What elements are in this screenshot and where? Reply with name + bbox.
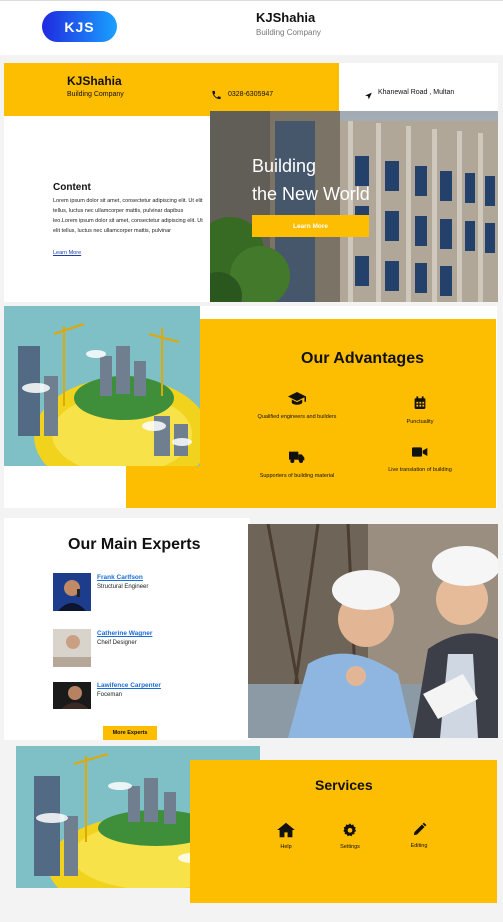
advantage-item-punctuality: Punctuality	[370, 396, 470, 427]
engineers-photo	[248, 524, 498, 738]
expert-role: Cheif Designer	[97, 640, 137, 646]
hero-heading-line2: the New World	[252, 184, 370, 204]
content-body: Lorem ipsum dolor sit amet, consectetur …	[53, 198, 203, 234]
service-label: Editing	[410, 843, 428, 849]
hero-learn-more-button[interactable]: Learn More	[252, 215, 369, 237]
experts-title: Our Main Experts	[68, 536, 201, 553]
site-title: KJShahia	[256, 10, 316, 25]
service-label: Help	[280, 844, 292, 850]
phone-number[interactable]: 0328-6305947	[228, 91, 273, 98]
expert-name-link[interactable]: Catherine Wagner	[97, 630, 152, 637]
service-item-help[interactable]: Help	[261, 822, 311, 850]
advantage-item-supporters: Supporters of building material	[247, 450, 347, 481]
expert-name-link[interactable]: Lawifence Carpenter	[97, 682, 161, 689]
expert-role: Structural Engineer	[97, 584, 149, 590]
city-helmet-image	[4, 306, 200, 466]
advantage-item-engineers: Qualified engineers and builders	[247, 391, 347, 422]
hero-heading: Building the New World	[252, 152, 370, 208]
expert-avatar	[53, 629, 91, 667]
gear-icon	[325, 822, 375, 840]
location-arrow-icon	[364, 88, 373, 106]
content-learn-more-link[interactable]: Learn More	[53, 250, 81, 256]
content-title: Content	[53, 182, 91, 193]
advantage-item-live-translation: Live translation of building	[370, 446, 470, 475]
header-strip	[4, 63, 339, 116]
phone-icon	[211, 88, 222, 106]
header-subtitle: Building Company	[67, 91, 124, 98]
advantage-label: Live translation of building	[388, 467, 452, 473]
expert-avatar	[53, 682, 91, 709]
header-title: KJShahia	[67, 74, 122, 88]
service-label: Settings	[340, 844, 360, 850]
logo-button[interactable]: KJS	[42, 11, 117, 42]
services-title: Services	[315, 777, 373, 793]
advantage-label: Qualified engineers and builders	[257, 414, 337, 420]
site-subtitle: Building Company	[256, 28, 321, 37]
service-item-editing[interactable]: Editing	[394, 822, 444, 849]
advantages-title: Our Advantages	[301, 350, 424, 367]
calendar-icon	[370, 396, 470, 414]
advantage-label: Supporters of building material	[259, 473, 335, 479]
advantage-label: Punctuality	[406, 419, 434, 425]
expert-avatar	[53, 573, 91, 611]
expert-name-link[interactable]: Frank Carlfson	[97, 574, 143, 581]
video-camera-icon	[370, 446, 470, 462]
pencil-icon	[394, 822, 444, 839]
hero-heading-line1: Building	[252, 156, 317, 176]
graduation-cap-icon	[247, 391, 347, 409]
home-icon	[261, 822, 311, 840]
truck-icon	[247, 450, 347, 468]
more-experts-button[interactable]: More Experts	[103, 726, 157, 740]
expert-role: Foceman	[97, 692, 123, 698]
location-text: Khanewal Road , Multan	[378, 89, 455, 96]
service-item-settings[interactable]: Settings	[325, 822, 375, 850]
